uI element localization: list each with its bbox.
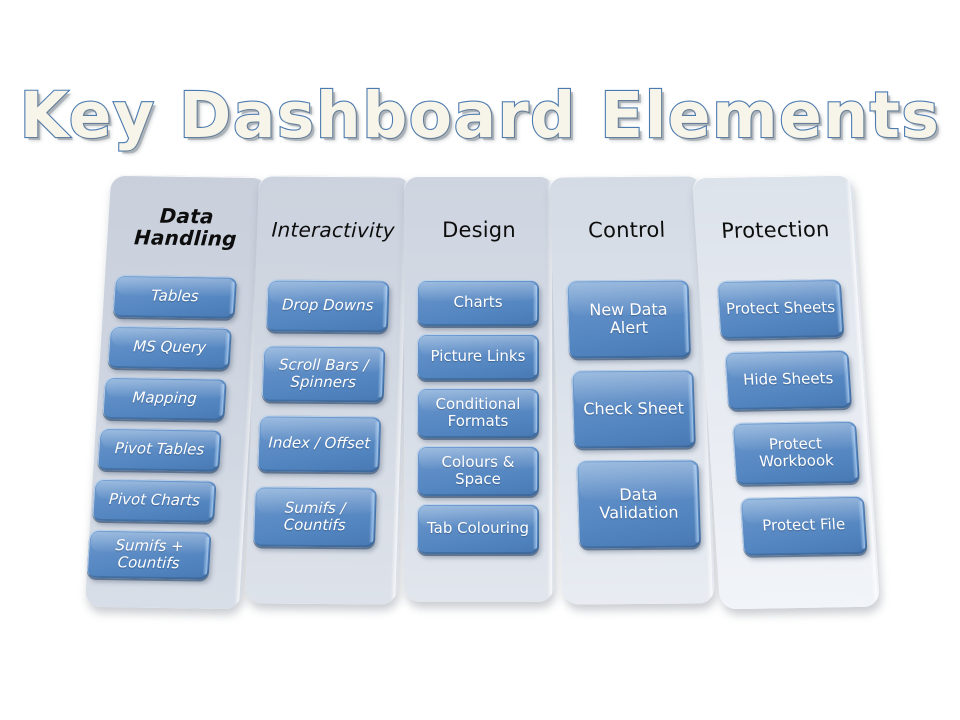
category-column-design[interactable]: Design Charts Picture Links Conditional … (404, 176, 554, 602)
item-button-mapping[interactable]: Mapping (102, 376, 227, 421)
item-button-hide-sheets[interactable]: Hide Sheets (724, 349, 853, 410)
item-label: Pivot Charts (108, 490, 201, 510)
item-button-scroll-bars-spinners[interactable]: Scroll Bars / Spinners (261, 345, 386, 403)
item-button-tables[interactable]: Tables (112, 274, 238, 319)
item-button-check-sheet[interactable]: Check Sheet (571, 369, 696, 449)
item-button-protect-sheets[interactable]: Protect Sheets (716, 278, 845, 340)
item-label: MS Query (132, 337, 207, 357)
item-button-colours-space[interactable]: Colours & Space (417, 446, 539, 496)
item-label: Mapping (131, 388, 198, 408)
item-button-sumifs-countifs[interactable]: Sumifs + Countifs (86, 529, 212, 580)
item-label: Charts (453, 293, 503, 312)
category-column-protection[interactable]: Protection Protect Sheets Hide Sheets Pr… (691, 174, 881, 610)
item-label: Drop Downs (281, 296, 374, 315)
column-header-interactivity: Interactivity (271, 217, 396, 243)
item-label: Picture Links (430, 347, 526, 366)
item-button-pivot-tables[interactable]: Pivot Tables (97, 427, 222, 472)
item-label: Colours & Space (441, 452, 515, 488)
item-button-drop-downs[interactable]: Drop Downs (265, 279, 390, 333)
item-button-pivot-charts[interactable]: Pivot Charts (92, 478, 217, 523)
item-label: Data Validation (599, 484, 679, 523)
item-label: Scroll Bars / Spinners (278, 355, 369, 392)
column-header-design: Design (442, 218, 516, 242)
item-label: Sumifs + Countifs (114, 536, 185, 573)
item-button-index-offset[interactable]: Index / Offset (257, 415, 382, 473)
item-button-protect-file[interactable]: Protect File (739, 495, 868, 556)
item-button-new-data-alert[interactable]: New Data Alert (566, 279, 691, 359)
item-label: Protect Sheets (725, 298, 836, 319)
item-button-conditional-formats[interactable]: Conditional Formats (417, 388, 539, 438)
item-label: Tables (150, 286, 200, 306)
item-label: Protect File (761, 515, 846, 535)
item-button-sumifs-countifs[interactable]: Sumifs / Countifs (252, 486, 377, 548)
item-label: Hide Sheets (742, 369, 834, 390)
category-column-control[interactable]: Control New Data Alert Check Sheet Data … (549, 175, 715, 605)
item-button-picture-links[interactable]: Picture Links (417, 334, 539, 380)
item-button-charts[interactable]: Charts (417, 280, 539, 326)
item-button-protect-workbook[interactable]: Protect Workbook (732, 420, 860, 485)
item-label: Conditional Formats (435, 394, 521, 430)
diagram-stage: Data Handling Tables MS Query Mapping Pi… (0, 0, 960, 720)
column-header-protection: Protection (720, 217, 831, 243)
item-label: Sumifs / Countifs (283, 498, 346, 535)
item-label: Tab Colouring (426, 519, 530, 538)
item-button-tab-colouring[interactable]: Tab Colouring (417, 504, 539, 554)
category-column-interactivity[interactable]: Interactivity Drop Downs Scroll Bars / S… (245, 175, 411, 605)
item-label: Check Sheet (583, 398, 685, 419)
item-button-data-validation[interactable]: Data Validation (576, 459, 702, 549)
column-header-data-handling: Data Handling (133, 203, 238, 252)
category-column-data-handling[interactable]: Data Handling Tables MS Query Mapping Pi… (84, 174, 268, 610)
column-header-control: Control (587, 217, 666, 243)
item-label: Pivot Tables (114, 439, 205, 459)
item-button-ms-query[interactable]: MS Query (107, 325, 232, 370)
item-label: Protect Workbook (758, 434, 835, 471)
item-label: New Data Alert (589, 299, 668, 338)
item-label: Index / Offset (268, 433, 371, 453)
